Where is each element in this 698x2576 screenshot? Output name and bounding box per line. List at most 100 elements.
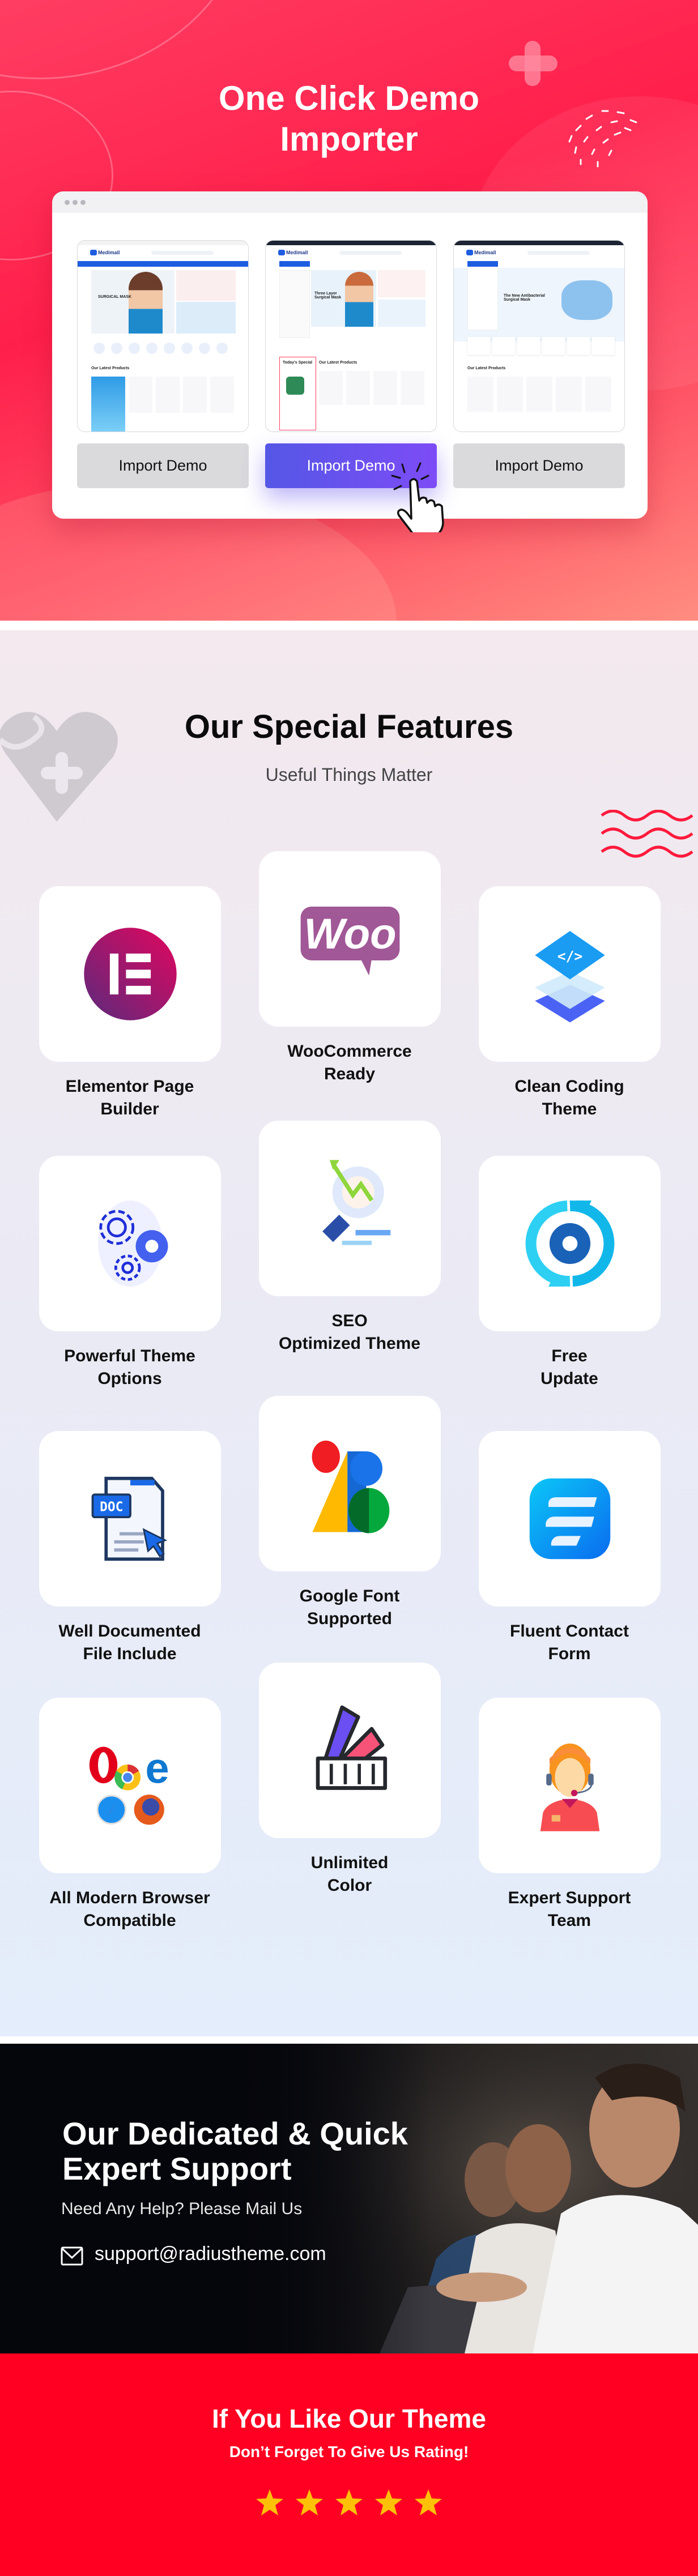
feature-label: Expert Support Team [462,1887,677,1932]
feature-label-line: SEO [331,1312,368,1330]
photo-fade [0,2044,431,2353]
support-email-link[interactable]: support@radiustheme.com [95,2243,326,2265]
wave-decoration [601,810,693,858]
color-swatch-icon [316,1705,387,1790]
feature-label-line: All Modern Browser [49,1889,210,1907]
support-title-line2: Expert Support [62,2151,292,2186]
rating-subtitle: Don’t Forget To Give Us Rating! [229,2443,469,2460]
browsers-icon: e [89,1744,169,1825]
feature-label-line: Fluent Contact [510,1622,629,1641]
demo-headline: Three Layer Surgical Mask [314,292,342,300]
code-layers-icon: </> [534,931,605,1023]
mail-icon [61,2246,83,2266]
demo-headline: The New Antibacterial Surgical Mask [504,294,545,302]
demo-preview-3[interactable]: Medimall The New Antibacterial Surgical … [453,240,625,432]
demo-brand: Medimall [98,250,120,255]
import-demo-button-1[interactable]: Import Demo [77,443,249,488]
browser-window: Medimall SURGICAL MASK Our Latest Produc… [52,191,648,519]
feature-card [259,1121,441,1296]
demo-preview-2[interactable]: Medimall Three Layer Surgical Mask Today… [265,240,437,432]
feature-label-line: Expert Support [508,1889,631,1907]
update-icon [525,1200,614,1287]
feature-label: Free Update [462,1345,677,1390]
hero-title-line1: One Click Demo [218,79,480,117]
feature-label-line: Elementor Page [65,1077,194,1096]
gears-icon [97,1201,168,1287]
feature-card [479,1698,661,1873]
feature-card: DOC [39,1431,221,1607]
elementor-icon [83,928,177,1020]
decorative-curve [0,0,249,79]
star-icon[interactable] [256,2489,283,2515]
demo-brand: Medimall [474,250,496,255]
feature-label-line: WooCommerce [287,1042,412,1061]
fluent-forms-icon [529,1478,610,1560]
feature-card [39,1156,221,1331]
feature-label-line: Options [97,1369,162,1388]
feature-card [39,886,221,1062]
demo-importer-hero: One Click Demo Importer Medimall SURGICA… [0,0,698,621]
feature-label-line: Update [540,1369,598,1388]
demo-brand: Medimall [286,250,308,255]
support-agent-icon [540,1743,599,1831]
feature-label-line: Theme [542,1100,597,1118]
demo-preview-1[interactable]: Medimall SURGICAL MASK Our Latest Produc… [77,240,249,432]
feature-label-line: Form [548,1644,591,1663]
demo-section-title: Our Latest Products [467,366,506,370]
hand-cursor-icon [391,462,444,532]
star-rating[interactable] [0,2489,698,2515]
feature-label-line: Powerful Theme [64,1347,195,1365]
star-icon[interactable] [375,2489,402,2515]
svg-text:e: e [145,1744,169,1792]
feature-label: Powerful Theme Options [22,1345,237,1390]
feature-label: Fluent Contact Form [462,1620,677,1665]
feature-card: </> [479,886,661,1062]
feature-label: SEO Optimized Theme [242,1310,457,1355]
feature-label-line: File Include [83,1644,177,1663]
demo-headline: SURGICAL MASK [98,295,131,299]
feature-label-line: Supported [307,1609,392,1628]
rating-title: If You Like Our Theme [212,2404,486,2433]
svg-text:DOC: DOC [100,1500,123,1515]
google-fonts-icon [312,1441,389,1533]
feature-label: All Modern Browser Compatible [22,1887,237,1932]
window-dot [65,200,70,205]
feature-label-line: Compatible [83,1911,176,1930]
feature-card [479,1431,661,1607]
window-dot [73,200,78,205]
svg-text:Woo: Woo [304,910,396,958]
features-subtitle: Useful Things Matter [265,764,433,785]
feature-card [259,1396,441,1571]
rating-cta-section: If You Like Our Theme Don’t Forget To Gi… [0,2353,698,2576]
demo-section-title: Our Latest Products [319,361,357,365]
star-icon[interactable] [296,2489,323,2515]
star-icon[interactable] [335,2489,363,2515]
features-title: Our Special Features [184,708,514,745]
import-demo-button-3[interactable]: Import Demo [453,443,625,488]
feature-label: Well Documented File Include [22,1620,237,1665]
feature-label: Google Font Supported [242,1585,457,1630]
feature-label: WooCommerce Ready [242,1040,457,1086]
feature-label-line: Clean Coding [514,1077,624,1096]
feature-label-line: Well Documented [58,1622,201,1641]
expert-support-banner: Our Dedicated & Quick Expert Support Nee… [0,2044,698,2353]
svg-text:</>: </> [557,948,582,964]
demo-side-title: Today's Special [283,361,313,365]
demo-section-title: Our Latest Products [91,366,130,370]
feature-card [259,1663,441,1838]
hero-title-line2: Importer [280,120,418,158]
feature-card: e [39,1698,221,1873]
feature-label-line: Google Font [299,1587,400,1605]
feature-label-line: Color [327,1876,372,1895]
feature-label-line: Optimized Theme [278,1334,421,1353]
star-icon[interactable] [415,2489,442,2515]
feature-label: Elementor Page Builder [22,1075,237,1121]
window-dot [80,200,86,205]
feature-label-line: Free [551,1347,588,1365]
feature-label: Clean Coding Theme [462,1075,677,1121]
browser-title-bar [52,191,648,213]
woocommerce-icon: Woo [300,907,399,976]
feature-card [479,1156,661,1331]
seo-magnifier-icon [322,1160,390,1245]
feature-label-line: Team [547,1911,591,1930]
